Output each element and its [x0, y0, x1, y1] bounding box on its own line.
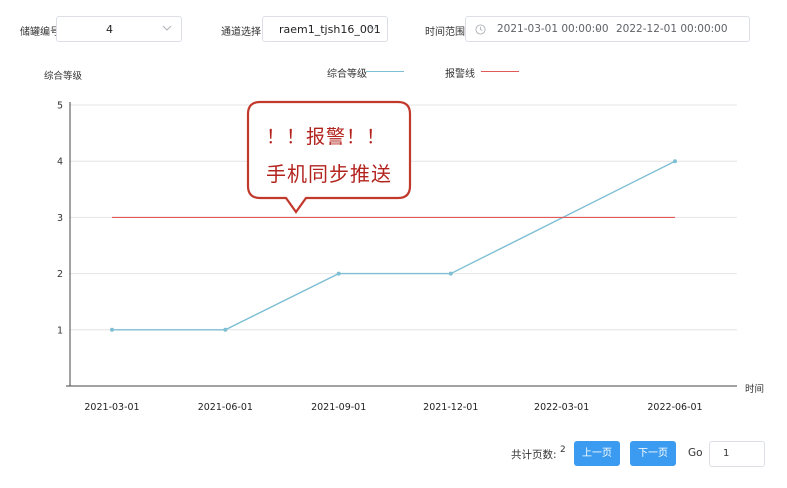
x-tick-label: 2022-03-01 — [534, 402, 589, 413]
next-page-button[interactable]: 下一页 — [630, 441, 676, 466]
y-tick-label: 4 — [57, 157, 63, 168]
total-pages-value: 2 — [560, 445, 566, 455]
x-tick-label: 2021-09-01 — [311, 402, 366, 413]
page-number-value: 1 — [723, 448, 730, 459]
go-label: Go — [688, 447, 703, 459]
x-tick-label: 2021-03-01 — [84, 402, 139, 413]
x-tick-label: 2021-12-01 — [423, 402, 478, 413]
y-tick-label: 5 — [57, 101, 63, 112]
callout-line-alarm: ！！报警！！ — [266, 126, 387, 148]
prev-page-button[interactable]: 上一页 — [574, 441, 620, 466]
y-tick-label: 2 — [57, 269, 63, 280]
data-point — [223, 327, 228, 332]
total-pages-label: 共计页数: — [511, 449, 557, 461]
line-chart: 1 2 3 4 5 2021-03-01 2021-06-01 2021-09-01 2021-… — [57, 101, 737, 413]
data-point — [336, 271, 341, 276]
callout-line-push: 手机同步推送 — [266, 162, 392, 186]
y-tick-label: 3 — [57, 213, 63, 224]
x-tick-label: 2021-06-01 — [198, 402, 253, 413]
page-number-input[interactable]: 1 — [709, 441, 765, 467]
x-tick-label: 2022-06-01 — [647, 402, 702, 413]
x-axis-title: 时间 — [745, 384, 765, 395]
data-point — [673, 159, 677, 164]
data-point — [110, 327, 114, 332]
data-point — [448, 271, 453, 276]
y-tick-label: 1 — [57, 325, 63, 336]
